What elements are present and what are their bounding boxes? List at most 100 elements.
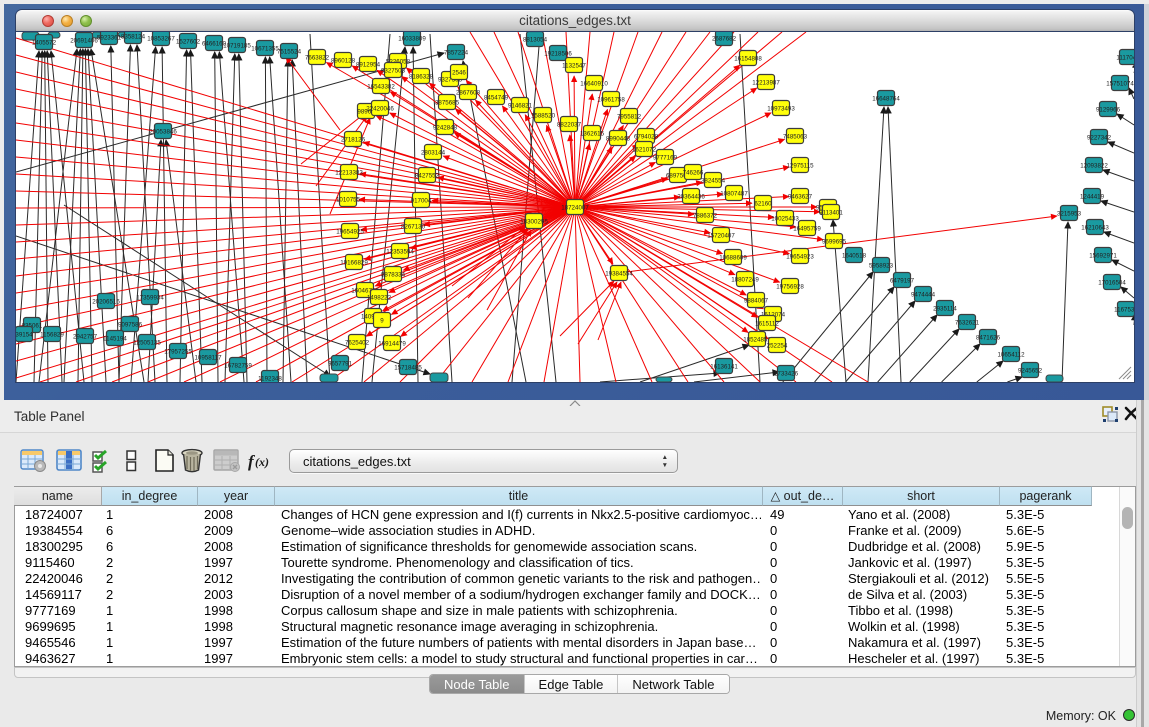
svg-text:22420046: 22420046 [366,106,394,113]
svg-text:12093822: 12093822 [1080,163,1108,170]
svg-text:3215953: 3215953 [1057,211,1082,218]
svg-text:2935114: 2935114 [933,306,957,313]
svg-text:2687682: 2687682 [712,36,737,43]
svg-text:9227342: 9227342 [1087,135,1112,142]
svg-text:17359934: 17359934 [136,295,164,302]
svg-text:1615112: 1615112 [755,321,779,328]
svg-text:16495759: 16495759 [793,226,821,233]
svg-text:3824554: 3824554 [701,178,726,185]
svg-text:1588520: 1588520 [531,113,556,120]
svg-text:252254: 252254 [767,343,788,350]
svg-text:10973493: 10973493 [767,106,795,113]
svg-text:1640518: 1640518 [842,253,867,260]
svg-text:1145194: 1145194 [103,336,127,343]
svg-text:19384554: 19384554 [605,271,633,278]
svg-text:16648764: 16648764 [872,96,900,103]
svg-text:7886372: 7886372 [693,213,718,220]
svg-text:10654112: 10654112 [997,352,1025,359]
svg-text:9146821: 9146821 [508,103,533,110]
svg-text:1117042: 1117042 [1116,55,1134,62]
svg-text:1244419: 1244419 [1080,194,1105,201]
svg-text:746266: 746266 [683,170,704,177]
svg-text:10719185: 10719185 [223,43,251,50]
svg-text:7663822: 7663822 [305,55,330,62]
svg-text:10688609: 10688609 [719,255,747,262]
svg-text:(x): (x) [255,455,269,469]
svg-text:18724007: 18724007 [561,205,589,212]
svg-text:12213383: 12213383 [335,170,363,177]
svg-text:16210643: 16210643 [1081,225,1109,232]
svg-text:6794028: 6794028 [634,134,659,141]
svg-text:12213987: 12213987 [752,80,780,87]
svg-text:16543382: 16543382 [367,84,395,91]
svg-text:39154: 39154 [16,332,33,339]
svg-text:9097586: 9097586 [118,322,143,329]
svg-text:16782759: 16782759 [224,363,252,370]
svg-text:15692971: 15692971 [1089,253,1117,260]
svg-text:8186328: 8186328 [409,74,434,81]
svg-text:20364436: 20364436 [677,194,705,201]
svg-text:15720407: 15720407 [707,233,735,240]
svg-text:2546: 2546 [452,70,466,77]
svg-text:917004: 917004 [411,198,432,205]
svg-text:9884067: 9884067 [744,298,769,305]
svg-text:12505135: 12505135 [133,340,161,347]
svg-text:19756928: 19756928 [776,284,804,291]
svg-text:16136141: 16136141 [710,364,738,371]
svg-text:9242848: 9242848 [433,125,458,132]
svg-text:9463627: 9463627 [788,194,813,201]
svg-text:9327503: 9327503 [381,68,406,75]
svg-text:10807487: 10807487 [720,191,748,198]
svg-text:8878334: 8878334 [381,272,406,279]
svg-text:1132547: 1132547 [562,63,586,70]
svg-text:10961758: 10961758 [597,97,625,104]
svg-text:1010755: 1010755 [336,197,361,204]
svg-text:17957255: 17957255 [164,349,192,356]
svg-text:8912954: 8912954 [356,62,381,69]
svg-text:1192348: 1192348 [258,376,282,382]
svg-text:12975115: 12975115 [786,163,814,170]
svg-text:20206516: 20206516 [92,299,120,306]
svg-text:1405572: 1405572 [32,40,57,47]
svg-text:12353594: 12353594 [386,249,414,256]
svg-text:8471626: 8471626 [976,335,1001,342]
svg-text:9113401: 9113401 [819,210,843,217]
svg-text:1527602: 1527602 [176,39,201,46]
svg-text:17016504: 17016504 [1098,280,1126,287]
svg-text:7955812: 7955812 [617,114,642,121]
svg-text:9129966: 9129966 [1096,107,1121,114]
svg-text:16033809: 16033809 [398,36,426,43]
svg-text:8427552: 8427552 [415,173,440,180]
svg-text:7485063: 7485063 [783,134,808,141]
svg-text:8267130: 8267130 [401,224,426,231]
svg-text:9777169: 9777169 [653,155,678,162]
svg-text:2718126: 2718126 [341,137,366,144]
svg-text:8822037: 8822037 [557,122,582,129]
svg-text:9699695: 9699695 [822,239,847,246]
svg-text:6479197: 6479197 [890,278,915,285]
svg-text:5923361: 5923361 [97,35,122,42]
svg-text:1733426: 1733426 [774,371,799,378]
svg-text:9245652: 9245652 [1018,368,1043,375]
svg-text:9474444: 9474444 [911,292,936,299]
svg-text:8813054: 8813054 [523,37,548,44]
svg-text:2942757: 2942757 [73,334,98,341]
svg-text:15718485: 15718485 [394,365,422,372]
svg-text:20691406: 20691406 [70,38,98,45]
svg-text:2867608: 2867608 [456,90,481,97]
svg-text:9657791: 9657791 [328,361,353,368]
svg-text:5958923: 5958923 [869,263,894,270]
svg-text:8990448: 8990448 [606,136,631,143]
svg-text:19218506: 19218506 [544,51,572,58]
svg-text:19654923: 19654923 [786,254,814,261]
svg-text:10958117: 10958117 [194,355,222,362]
svg-text:7857224: 7857224 [444,50,469,57]
svg-text:20053846: 20053846 [149,129,177,136]
svg-text:1167533: 1167533 [1114,307,1134,314]
svg-text:7625402: 7625402 [345,340,370,347]
svg-text:7515524: 7515524 [277,49,302,56]
svg-text:10025433: 10025433 [771,216,799,223]
svg-text:16640910: 16640910 [580,81,608,88]
svg-text:16154808: 16154808 [734,56,762,63]
svg-text:1621072: 1621072 [632,147,657,154]
